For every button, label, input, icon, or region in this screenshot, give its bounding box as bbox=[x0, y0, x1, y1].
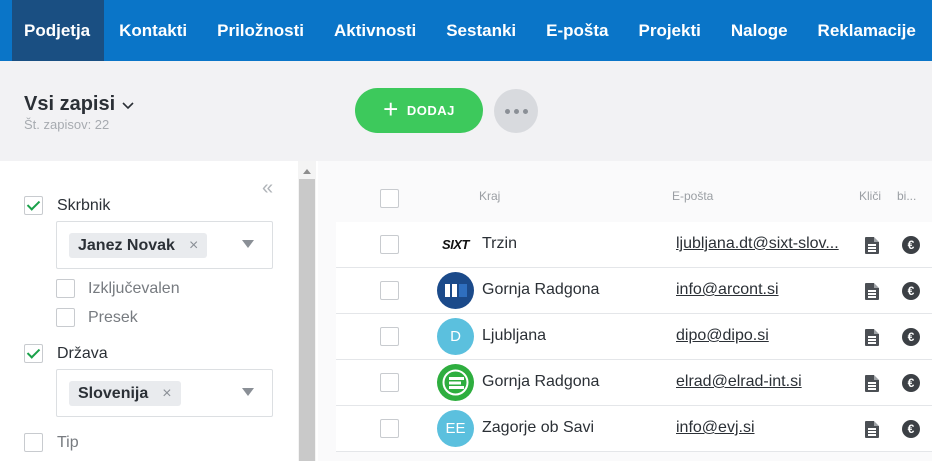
city-cell: Gornja Radgona bbox=[482, 281, 600, 298]
city-cell: Ljubljana bbox=[482, 327, 547, 344]
nav-tab-eposta[interactable]: E-pošta bbox=[531, 0, 623, 61]
column-header-email[interactable]: E-pošta bbox=[672, 189, 713, 203]
euro-icon[interactable]: € bbox=[902, 374, 920, 392]
plus-icon: + bbox=[383, 94, 399, 124]
email-link[interactable]: info@evj.si bbox=[676, 419, 755, 437]
add-button-label: DODAJ bbox=[406, 103, 455, 118]
type-label: Tip bbox=[57, 434, 79, 451]
main-nav: Podjetja Kontakti Priložnosti Aktivnosti… bbox=[0, 0, 932, 61]
intersection-label: Presek bbox=[88, 309, 138, 326]
remove-tag-icon[interactable]: × bbox=[189, 237, 198, 255]
email-link[interactable]: elrad@elrad-int.si bbox=[676, 373, 802, 391]
owner-checkbox[interactable] bbox=[24, 196, 43, 215]
dot-icon bbox=[504, 108, 510, 114]
remove-tag-icon[interactable]: × bbox=[162, 385, 171, 403]
euro-icon[interactable]: € bbox=[902, 420, 920, 438]
companies-table: Kraj E-pošta Kliči bi... SIXT Trzin ljub… bbox=[318, 161, 932, 461]
avatar-initials: EE bbox=[445, 420, 466, 437]
row-checkbox[interactable] bbox=[380, 281, 399, 300]
city-cell: Trzin bbox=[482, 235, 517, 252]
country-tag-label: Slovenija bbox=[78, 384, 149, 402]
type-checkbox[interactable] bbox=[24, 433, 43, 452]
record-count: Št. zapisov: 22 bbox=[24, 117, 110, 132]
company-initials-avatar: EE bbox=[437, 410, 474, 447]
company-logo-elrad bbox=[437, 364, 474, 401]
filter-panel: « Skrbnik Janez Novak × Izključevalen Pr… bbox=[0, 161, 298, 461]
dot-icon bbox=[513, 108, 519, 114]
email-link[interactable]: dipo@dipo.si bbox=[676, 327, 769, 345]
company-logo-sixt: SIXT bbox=[437, 226, 474, 263]
elrad-logo-icon bbox=[442, 369, 469, 396]
table-row[interactable]: SIXT Trzin ljubljana.dt@sixt-slov... € bbox=[336, 222, 932, 268]
table-row[interactable]: Gornja Radgona elrad@elrad-int.si € bbox=[336, 360, 932, 406]
logo-text: SIXT bbox=[442, 237, 469, 252]
nav-tab-priloznosti[interactable]: Priložnosti bbox=[202, 0, 319, 61]
list-header: Vsi zapisi Št. zapisov: 22 + DODAJ bbox=[0, 61, 932, 161]
nav-tab-podjetja[interactable]: Podjetja bbox=[12, 0, 105, 61]
column-header-call[interactable]: Kliči bbox=[859, 189, 881, 203]
dot-icon bbox=[522, 108, 528, 114]
exclusive-checkbox[interactable] bbox=[56, 279, 75, 298]
country-select[interactable]: Slovenija × bbox=[56, 369, 273, 417]
intersection-checkbox[interactable] bbox=[56, 308, 75, 327]
company-logo-arcont bbox=[437, 272, 474, 309]
nav-tab-naloge[interactable]: Naloge bbox=[716, 0, 803, 61]
nav-tab-projekti[interactable]: Projekti bbox=[624, 0, 716, 61]
country-label: Država bbox=[57, 345, 108, 362]
country-checkbox[interactable] bbox=[24, 344, 43, 363]
more-options-button[interactable] bbox=[494, 89, 538, 133]
select-all-checkbox[interactable] bbox=[380, 189, 399, 208]
email-link[interactable]: info@arcont.si bbox=[676, 281, 779, 299]
view-selector[interactable]: Vsi zapisi bbox=[24, 93, 135, 116]
caret-down-icon bbox=[242, 388, 254, 396]
table-row[interactable]: EE Zagorje ob Savi info@evj.si € bbox=[336, 406, 932, 452]
table-header: Kraj E-pošta Kliči bi... bbox=[318, 161, 932, 222]
table-row[interactable]: D Ljubljana dipo@dipo.si € bbox=[336, 314, 932, 360]
nav-tab-sestanki[interactable]: Sestanki bbox=[431, 0, 531, 61]
nav-tab-reklamacije[interactable]: Reklamacije bbox=[803, 0, 931, 61]
view-title: Vsi zapisi bbox=[24, 93, 116, 115]
row-checkbox[interactable] bbox=[380, 327, 399, 346]
chevron-down-icon bbox=[122, 101, 134, 109]
add-button[interactable]: + DODAJ bbox=[355, 88, 483, 133]
scrollbar-thumb[interactable] bbox=[299, 179, 315, 461]
city-cell: Gornja Radgona bbox=[482, 373, 600, 390]
table-row[interactable]: Gornja Radgona info@arcont.si € bbox=[336, 268, 932, 314]
row-checkbox[interactable] bbox=[380, 419, 399, 438]
nav-tab-aktivnosti[interactable]: Aktivnosti bbox=[319, 0, 431, 61]
city-cell: Zagorje ob Savi bbox=[482, 419, 595, 436]
nav-tab-kontakti[interactable]: Kontakti bbox=[104, 0, 202, 61]
owner-label: Skrbnik bbox=[57, 197, 111, 214]
document-icon[interactable] bbox=[865, 237, 879, 254]
document-icon[interactable] bbox=[865, 283, 879, 300]
double-chevron-left-icon[interactable]: « bbox=[262, 177, 273, 200]
owner-select[interactable]: Janez Novak × bbox=[56, 221, 273, 269]
document-icon[interactable] bbox=[865, 421, 879, 438]
document-icon[interactable] bbox=[865, 375, 879, 392]
document-icon[interactable] bbox=[865, 329, 879, 346]
caret-down-icon bbox=[242, 240, 254, 248]
column-header-city[interactable]: Kraj bbox=[479, 189, 500, 203]
euro-icon[interactable]: € bbox=[902, 236, 920, 254]
owner-tag: Janez Novak × bbox=[69, 233, 208, 258]
exclusive-label: Izključevalen bbox=[88, 280, 180, 297]
country-tag: Slovenija × bbox=[69, 381, 181, 406]
avatar-initials: D bbox=[450, 328, 461, 345]
arcont-logo-icon bbox=[445, 284, 467, 297]
email-link[interactable]: ljubljana.dt@sixt-slov... bbox=[676, 235, 839, 253]
filter-scrollbar[interactable] bbox=[298, 161, 316, 461]
column-header-bi[interactable]: bi... bbox=[897, 189, 916, 203]
row-checkbox[interactable] bbox=[380, 373, 399, 392]
company-initials-avatar: D bbox=[437, 318, 474, 355]
scroll-up-icon[interactable] bbox=[303, 169, 311, 174]
euro-icon[interactable]: € bbox=[902, 282, 920, 300]
euro-icon[interactable]: € bbox=[902, 328, 920, 346]
row-checkbox[interactable] bbox=[380, 235, 399, 254]
owner-tag-label: Janez Novak bbox=[78, 236, 175, 254]
